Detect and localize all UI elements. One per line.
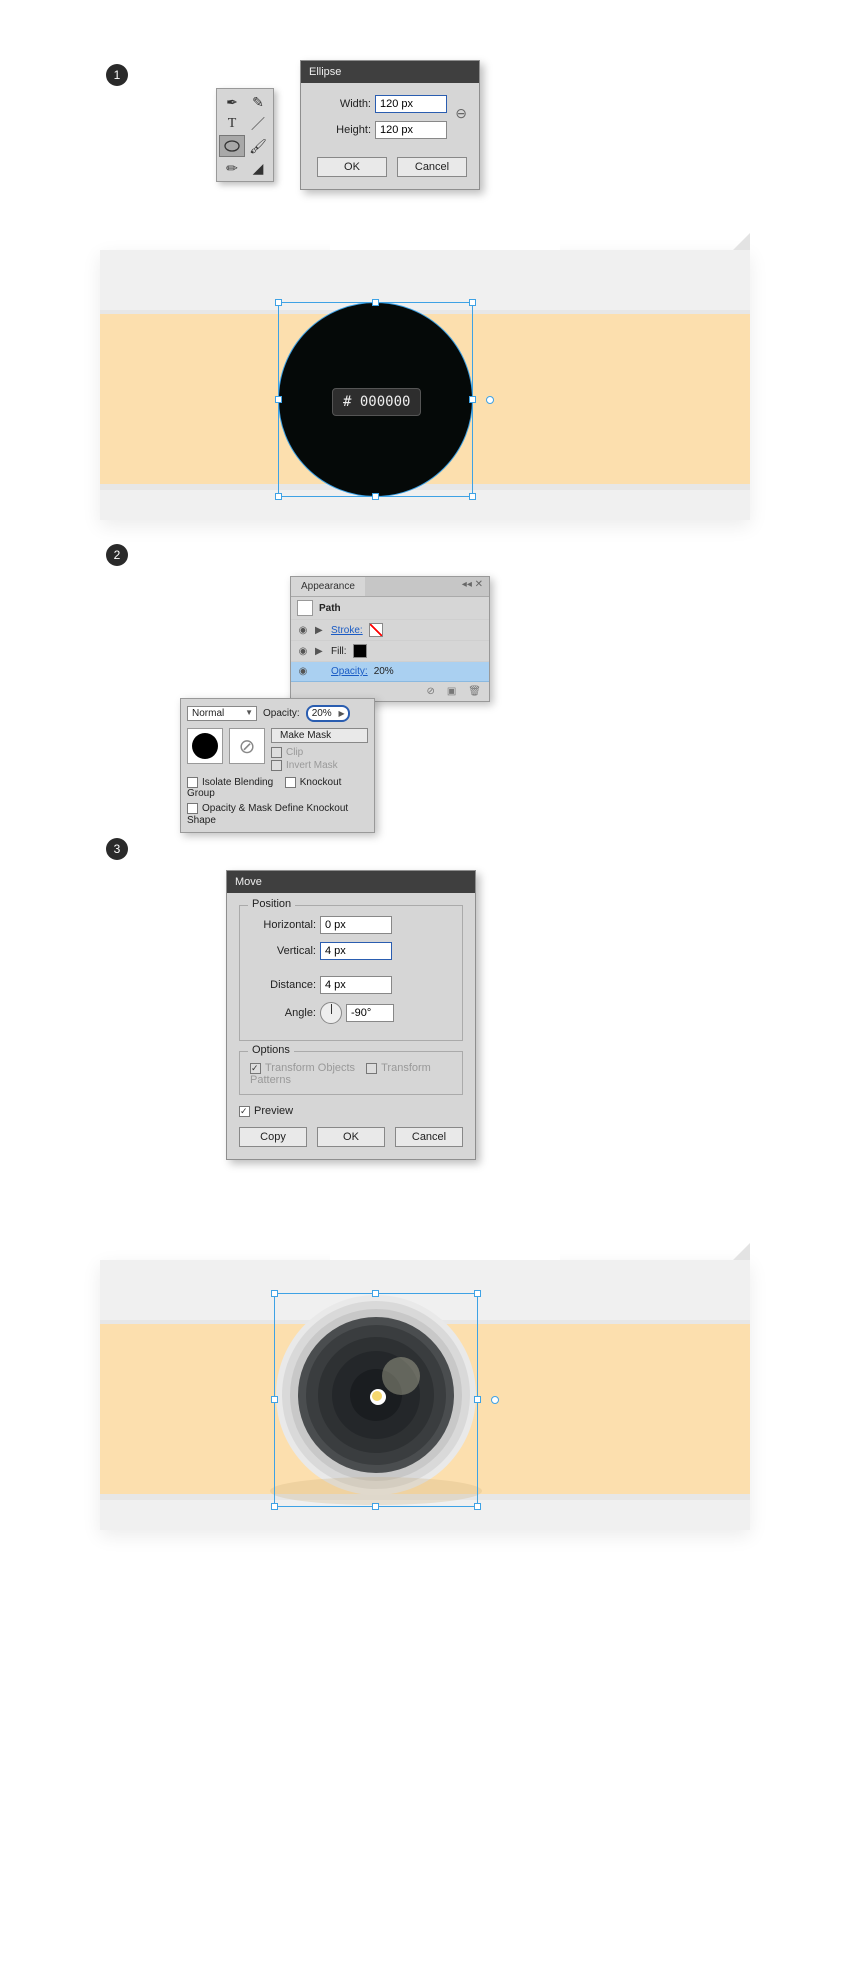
transform-objects-checkbox-label: Transform Objects [265,1062,355,1074]
eraser-tool-icon[interactable]: ◢ [245,157,271,179]
paintbrush-tool-icon[interactable]: 🖌 [245,135,271,157]
stroke-swatch[interactable] [369,623,383,637]
line-tool-icon[interactable]: ／ [245,113,271,135]
angle-input[interactable] [346,1004,394,1022]
fill-label: Fill: [331,646,347,657]
stroke-label[interactable]: Stroke: [331,625,363,636]
height-label: Height: [313,124,371,136]
step-badge-1: 1 [106,64,128,86]
resize-handle[interactable] [474,1396,481,1403]
resize-handle[interactable] [469,493,476,500]
mask-thumbnail[interactable]: ⊘ [229,728,265,764]
angle-label: Angle: [250,1007,316,1019]
type-tool-icon[interactable]: T [219,113,245,135]
cancel-button[interactable]: Cancel [395,1127,463,1147]
ellipse-dialog-title: Ellipse [301,61,479,83]
width-label: Width: [313,98,371,110]
artboard: # 000000 [100,250,750,520]
distance-input[interactable] [320,976,392,994]
resize-handle[interactable] [275,299,282,306]
transparency-panel: Normal Opacity: 20% ⊘ Make Mask Clip Inv… [180,698,375,833]
path-label: Path [319,603,341,614]
knockout-group-checkbox[interactable] [285,777,296,788]
cancel-button[interactable]: Cancel [397,157,467,177]
resize-handle[interactable] [275,396,282,403]
resize-handle[interactable] [469,396,476,403]
step-badge-2: 2 [106,544,128,566]
options-group-label: Options [248,1044,294,1056]
opacity-input[interactable]: 20% [306,705,350,722]
disclosure-icon[interactable]: ▶ [315,625,325,636]
artboard [100,1260,750,1530]
appearance-tab[interactable]: Appearance [291,577,365,596]
opacity-label[interactable]: Opacity: [331,666,368,677]
resize-handle[interactable] [271,1396,278,1403]
horizontal-label: Horizontal: [250,919,316,931]
horizontal-input[interactable] [320,916,392,934]
distance-label: Distance: [250,979,316,991]
angle-dial[interactable] [320,1002,342,1024]
selection-bounding-box[interactable] [278,302,473,497]
object-thumbnail[interactable] [187,728,223,764]
ellipse-tool-icon[interactable] [219,135,245,157]
tools-palette: ✒ ✎ T ／ 🖌 ✏ ◢ [216,88,274,182]
appearance-panel: Appearance ◂◂ ✕ Path ◉ ▶ Stroke: ◉ ▶ Fil… [290,576,490,702]
brush-tool-icon[interactable]: ✎ [245,91,271,113]
invert-mask-checkbox-label: Invert Mask [286,760,338,771]
opacity-value: 20% [374,666,394,677]
resize-handle[interactable] [372,299,379,306]
no-icon[interactable]: ⊘ [426,686,434,697]
disclosure-icon[interactable]: ▶ [315,646,325,657]
pen-tool-icon[interactable]: ✒ [219,91,245,113]
clip-checkbox-label: Clip [286,747,303,758]
move-dialog-title: Move [227,871,475,893]
resize-handle[interactable] [372,493,379,500]
height-input[interactable] [375,121,447,139]
visibility-icon[interactable]: ◉ [297,646,309,657]
isolate-blending-checkbox[interactable] [187,777,198,788]
vertical-label: Vertical: [250,945,316,957]
link-dimensions-icon[interactable]: ⊖ [451,95,467,122]
blend-mode-select[interactable]: Normal [187,706,257,721]
fill-swatch[interactable] [353,644,367,658]
pencil-tool-icon[interactable]: ✏ [219,157,245,179]
opacity-label: Opacity: [263,708,300,719]
step-badge-3: 3 [106,838,128,860]
move-dialog: Move Position Horizontal: Vertical: Dist… [226,870,476,1160]
resize-handle[interactable] [275,493,282,500]
rotate-handle[interactable] [491,1396,499,1404]
resize-handle[interactable] [372,1503,379,1510]
position-group-label: Position [248,898,295,910]
preview-checkbox[interactable] [239,1106,250,1117]
ok-button[interactable]: OK [317,157,387,177]
visibility-icon[interactable]: ◉ [297,666,309,677]
rotate-handle[interactable] [486,396,494,404]
new-icon[interactable]: ▣ [447,686,456,697]
resize-handle[interactable] [474,1290,481,1297]
resize-handle[interactable] [271,1503,278,1510]
resize-handle[interactable] [469,299,476,306]
panel-close-icon[interactable]: ◂◂ ✕ [456,577,489,596]
trash-icon[interactable]: 🗑 [468,686,481,697]
resize-handle[interactable] [372,1290,379,1297]
visibility-icon[interactable]: ◉ [297,625,309,636]
selection-bounding-box[interactable] [274,1293,478,1507]
ellipse-dialog: Ellipse Width: Height: ⊖ OK Cancel [300,60,480,190]
ok-button[interactable]: OK [317,1127,385,1147]
copy-button[interactable]: Copy [239,1127,307,1147]
width-input[interactable] [375,95,447,113]
make-mask-button[interactable]: Make Mask [271,728,368,743]
opacity-mask-knockout-checkbox[interactable] [187,803,198,814]
vertical-input[interactable] [320,942,392,960]
preview-label: Preview [254,1105,293,1117]
resize-handle[interactable] [474,1503,481,1510]
resize-handle[interactable] [271,1290,278,1297]
